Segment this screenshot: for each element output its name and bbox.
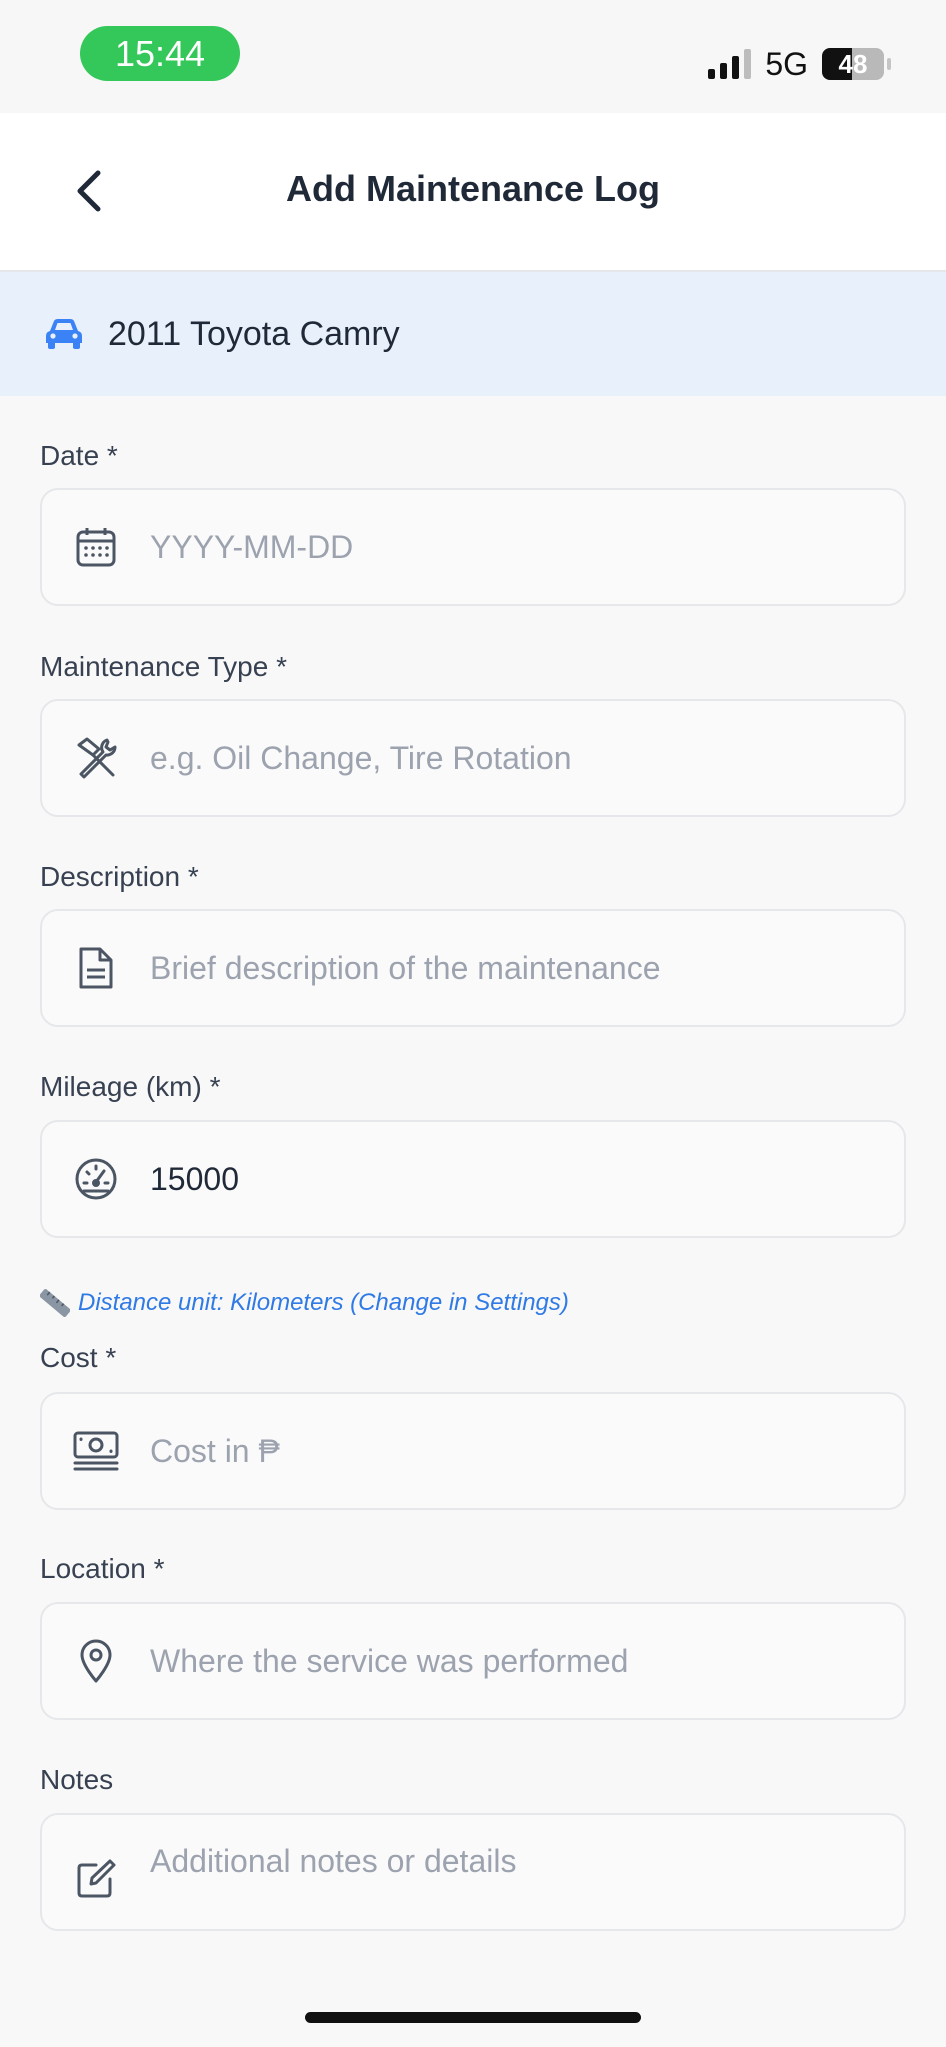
- description-field[interactable]: Brief description of the maintenance: [40, 909, 906, 1027]
- location-field[interactable]: Where the service was performed: [40, 1602, 906, 1720]
- battery-level: 48: [838, 48, 868, 79]
- signal-icon: [708, 49, 752, 79]
- page-title: Add Maintenance Log: [285, 168, 660, 209]
- money-icon: [72, 1427, 120, 1475]
- description-input[interactable]: Brief description of the maintenance: [150, 950, 661, 987]
- calendar-icon: [72, 523, 120, 571]
- date-input[interactable]: YYYY-MM-DD: [150, 529, 353, 566]
- distance-unit-hint: Distance unit: Kilometers (Change in Set…: [40, 1288, 569, 1318]
- notes-input[interactable]: Additional notes or details: [150, 1843, 516, 1880]
- battery-icon: 48: [822, 48, 891, 80]
- ruler-icon: [40, 1288, 70, 1318]
- mileage-field[interactable]: 15000: [40, 1120, 906, 1238]
- notes-field[interactable]: Additional notes or details: [40, 1813, 906, 1931]
- tools-icon: [72, 734, 120, 782]
- mileage-input[interactable]: 15000: [150, 1161, 239, 1198]
- maintenance-type-field[interactable]: e.g. Oil Change, Tire Rotation: [40, 699, 906, 817]
- maintenance-type-input[interactable]: e.g. Oil Change, Tire Rotation: [150, 740, 572, 777]
- cost-input[interactable]: Cost in ₱: [150, 1433, 280, 1470]
- location-label: Location *: [40, 1553, 165, 1584]
- home-indicator[interactable]: [305, 2012, 641, 2023]
- car-icon: [44, 317, 84, 351]
- date-label: Date *: [40, 440, 118, 471]
- vehicle-name: 2011 Toyota Camry: [108, 314, 400, 353]
- speedometer-icon: [72, 1155, 120, 1203]
- mileage-label: Mileage (km) *: [40, 1071, 221, 1102]
- date-field[interactable]: YYYY-MM-DD: [40, 488, 906, 606]
- status-time: 15:44: [80, 26, 240, 81]
- network-type: 5G: [765, 45, 808, 82]
- edit-icon: [72, 1855, 120, 1903]
- notes-label: Notes: [40, 1764, 114, 1795]
- location-input[interactable]: Where the service was performed: [150, 1643, 628, 1680]
- cost-field[interactable]: Cost in ₱: [40, 1392, 906, 1510]
- document-icon: [72, 944, 120, 992]
- maintenance-type-label: Maintenance Type *: [40, 651, 287, 682]
- location-pin-icon: [72, 1637, 120, 1685]
- cost-label: Cost *: [40, 1342, 117, 1373]
- distance-unit-text[interactable]: Distance unit: Kilometers (Change in Set…: [78, 1289, 569, 1317]
- status-indicators: 5G 48: [708, 40, 891, 88]
- description-label: Description *: [40, 861, 199, 892]
- vehicle-banner: 2011 Toyota Camry: [0, 272, 946, 396]
- nav-header: Add Maintenance Log: [0, 113, 946, 272]
- status-bar: 15:44 5G 48: [0, 0, 946, 113]
